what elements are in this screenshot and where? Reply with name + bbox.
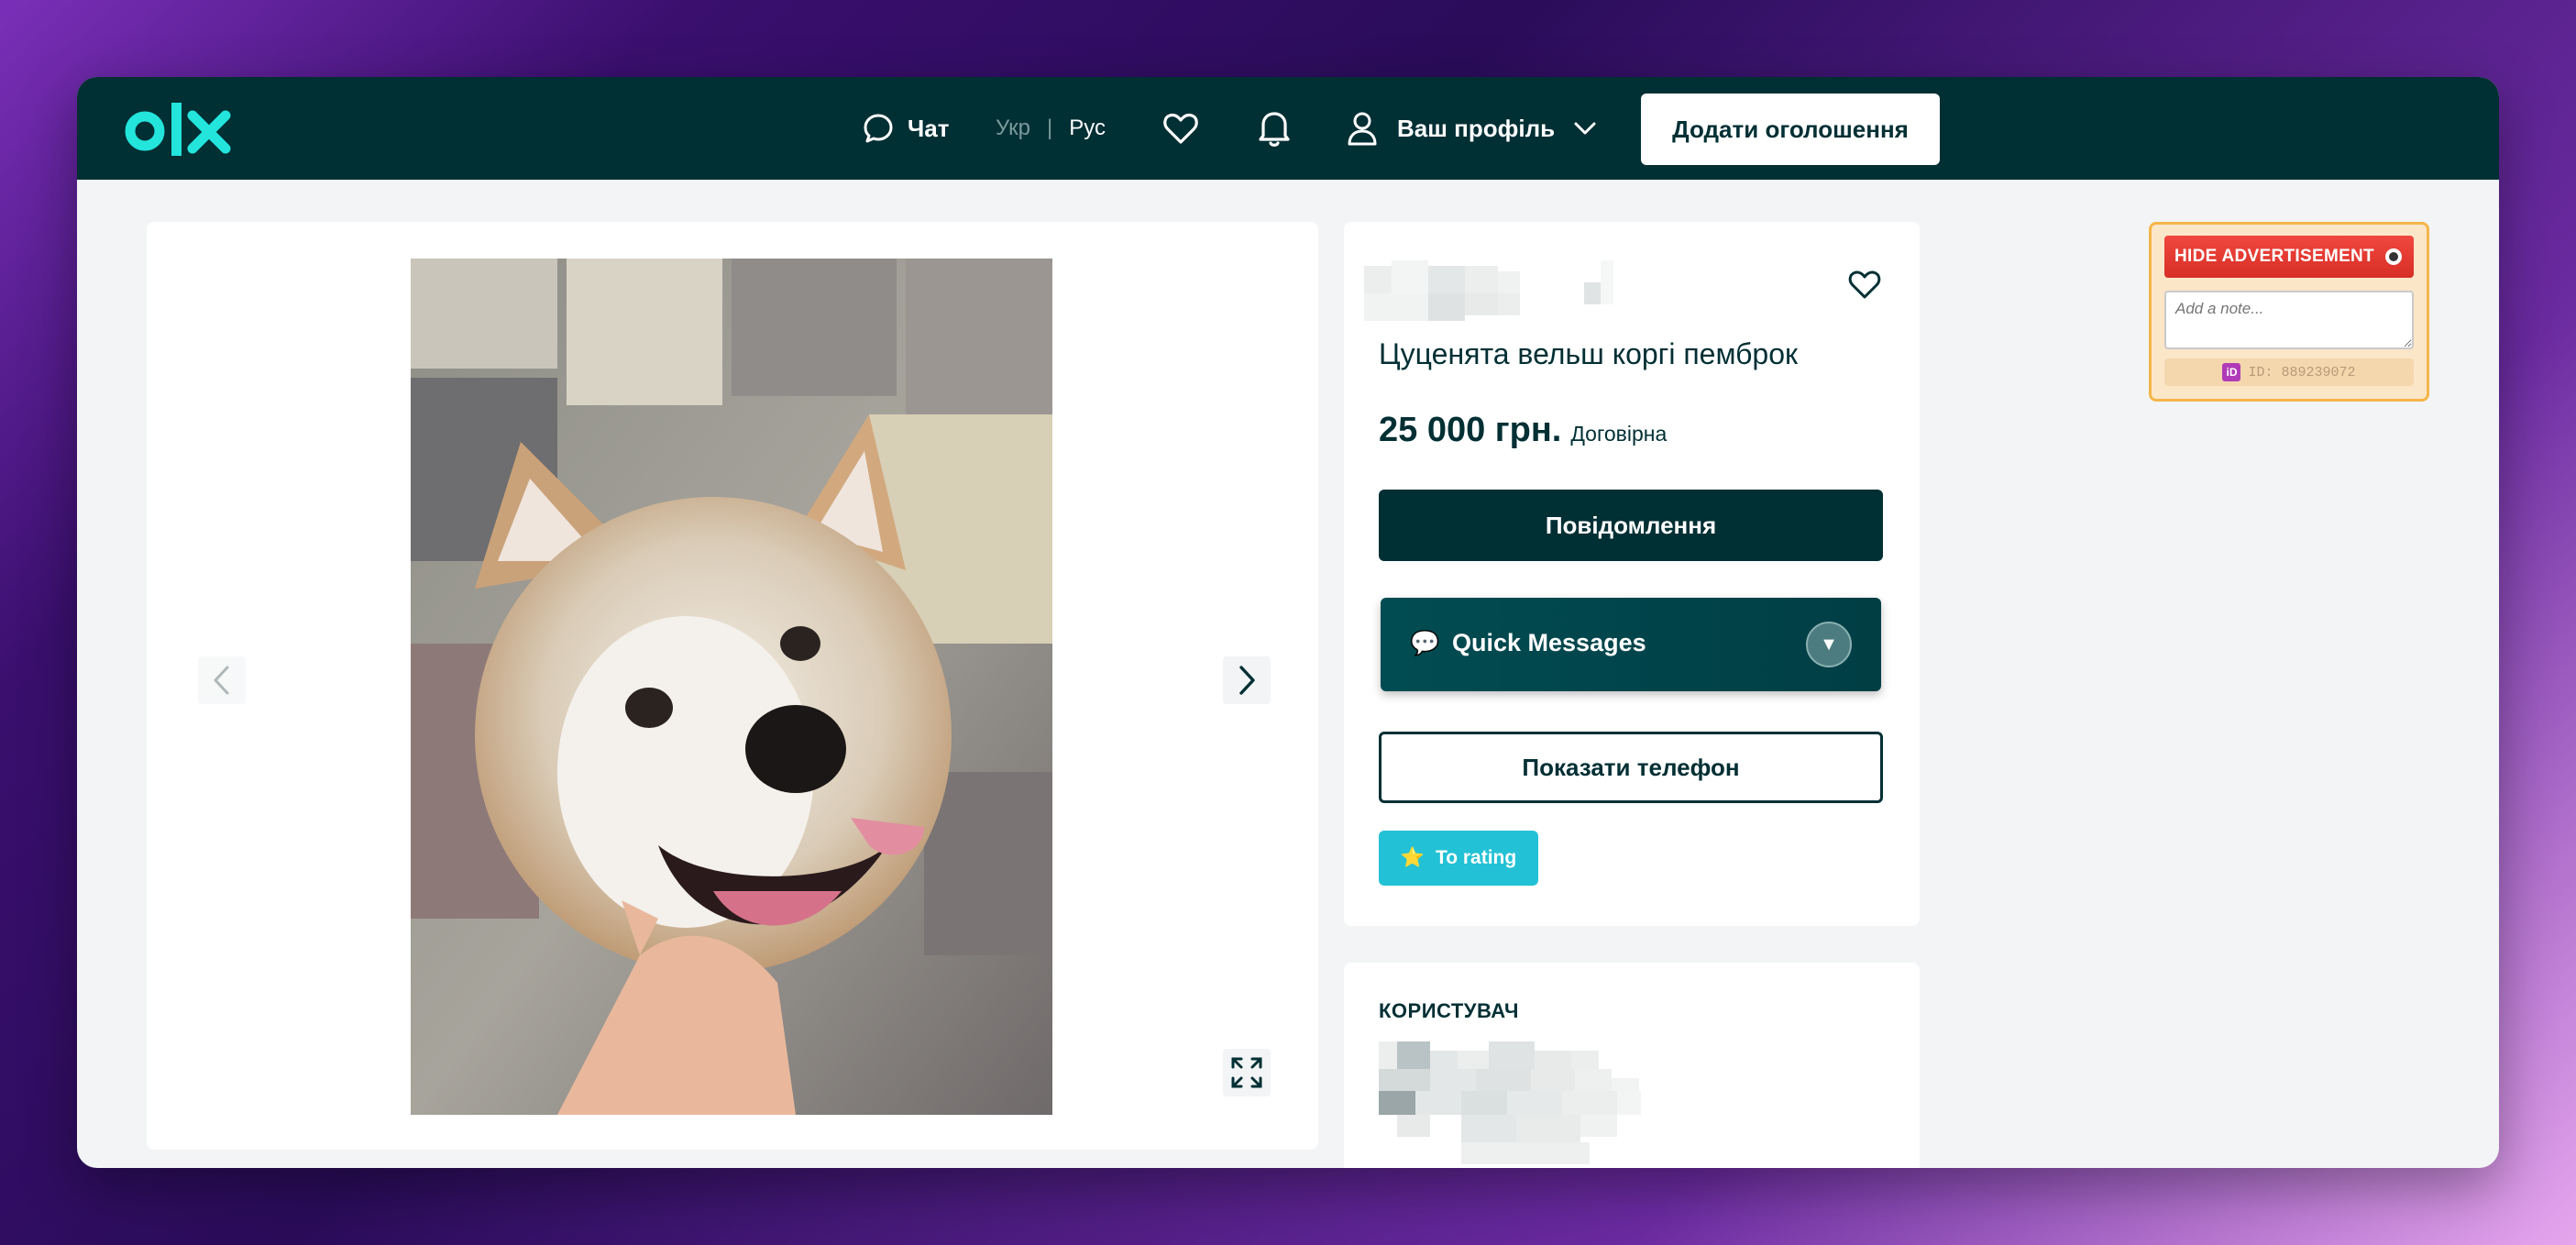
quick-messages-label: Quick Messages xyxy=(1452,629,1646,656)
message-button[interactable]: Повідомлення xyxy=(1379,490,1883,561)
listing-id-badge: iD ID: 889239072 xyxy=(2164,358,2414,386)
id-badge-icon: iD xyxy=(2222,363,2241,381)
lang-separator: | xyxy=(1047,116,1053,140)
blurred-seller-info xyxy=(1379,1041,1641,1164)
chat-bubble-icon xyxy=(864,114,893,143)
add-listing-button[interactable]: Додати оголошення xyxy=(1641,94,1940,165)
star-icon: ⭐ xyxy=(1400,847,1425,868)
chat-link[interactable]: Чат xyxy=(862,106,949,150)
quick-messages-panel[interactable]: 💬 Quick Messages ▼ xyxy=(1381,598,1881,691)
hide-advertisement-button[interactable]: HIDE ADVERTISEMENT xyxy=(2164,236,2414,278)
add-to-favorites-heart-icon[interactable] xyxy=(1846,266,1883,303)
profile-label: Ваш профіль xyxy=(1397,114,1556,142)
olx-logo[interactable] xyxy=(125,99,237,160)
show-phone-button[interactable]: Показати телефон xyxy=(1379,732,1883,803)
blurred-date-text xyxy=(1364,260,1613,321)
listing-price: 25 000 грн. xyxy=(1379,411,1562,449)
listing-info-card: Цуценята вельш коргі пемброк 25 000 грн.… xyxy=(1344,222,1920,926)
browser-window: Чат Укр | Рус Ваш профіль Додати оголоше… xyxy=(77,77,2499,1168)
to-rating-label: To rating xyxy=(1435,847,1517,868)
profile-menu[interactable]: Ваш профіль xyxy=(1346,105,1597,152)
corgi-puppy-photo xyxy=(411,259,1052,1115)
chevron-left-icon xyxy=(214,666,229,695)
eye-icon xyxy=(2384,248,2402,265)
price-row: 25 000 грн. Договірна xyxy=(1379,411,1667,450)
hide-ad-extension-panel: HIDE ADVERTISEMENT iD ID: 889239072 xyxy=(2149,222,2429,402)
seller-card: КОРИСТУВАЧ xyxy=(1344,963,1920,1168)
user-icon xyxy=(1348,112,1377,146)
quick-messages-dropdown-toggle[interactable]: ▼ xyxy=(1806,622,1852,667)
listing-id-text: ID: 889239072 xyxy=(2248,364,2356,380)
speech-bubble-icon: 💬 xyxy=(1410,629,1440,656)
previous-photo-button[interactable] xyxy=(198,656,246,704)
lang-ru[interactable]: Рус xyxy=(1069,116,1106,141)
top-navigation-bar: Чат Укр | Рус Ваш профіль Додати оголоше… xyxy=(77,77,2499,180)
note-input[interactable] xyxy=(2164,291,2414,349)
fullscreen-button[interactable] xyxy=(1223,1049,1271,1096)
to-rating-button[interactable]: ⭐ To rating xyxy=(1379,831,1538,886)
chat-label: Чат xyxy=(908,114,950,142)
expand-icon xyxy=(1231,1057,1262,1088)
notifications-bell-icon[interactable] xyxy=(1254,106,1294,149)
hide-advertisement-label: HIDE ADVERTISEMENT xyxy=(2174,247,2374,266)
photo-gallery xyxy=(147,222,1318,1150)
next-photo-button[interactable] xyxy=(1223,656,1271,704)
listing-title: Цуценята вельш коргі пемброк xyxy=(1379,337,1799,370)
lang-uk[interactable]: Укр xyxy=(996,116,1030,141)
user-section-label: КОРИСТУВАЧ xyxy=(1379,999,1519,1022)
language-switcher: Укр | Рус xyxy=(996,110,1106,147)
listing-photo[interactable] xyxy=(411,259,1052,1115)
favorites-heart-icon[interactable] xyxy=(1161,108,1201,149)
chevron-right-icon xyxy=(1239,666,1255,695)
negotiable-label: Договірна xyxy=(1570,422,1668,446)
chevron-down-icon xyxy=(1574,122,1596,135)
